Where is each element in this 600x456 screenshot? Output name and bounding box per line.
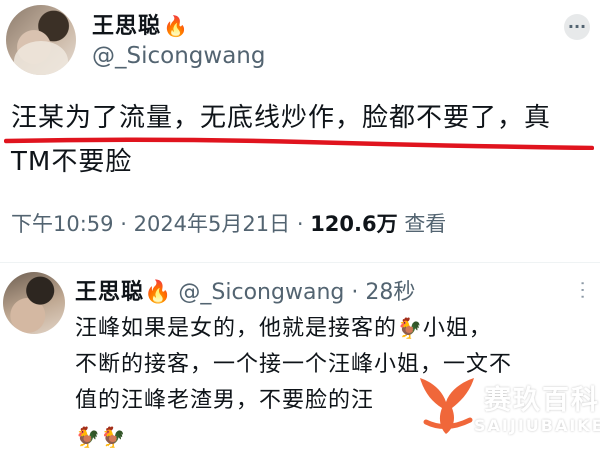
avatar[interactable] [6, 5, 76, 75]
fire-icon: 🔥 [163, 14, 189, 38]
avatar-photo [14, 41, 68, 75]
reply-author-name[interactable]: 王思聪 [75, 280, 144, 305]
post-date[interactable]: 2024年5月21日 [134, 212, 291, 236]
view-label: 查看 [404, 212, 447, 236]
reply-line-1: 汪峰如果是女的，他就是接客的🐓小姐， [75, 310, 600, 347]
watermark: 赛玖百科 SAIJIUBAIKE [412, 372, 600, 442]
more-icon[interactable]: ··· [564, 14, 590, 40]
post-meta: 下午10:59 · 2024年5月21日 · 120.6万 查看 [11, 208, 446, 238]
reply-time[interactable]: 28秒 [365, 280, 415, 305]
red-underline-annotation [4, 137, 594, 150]
fire-icon: 🔥 [144, 280, 172, 305]
author-handle[interactable]: @_Sicongwang [92, 43, 265, 69]
view-count: 120.6万 [310, 212, 398, 236]
rooster-icon: 🐓🐓 [75, 425, 127, 449]
watermark-title: 赛玖百科 [484, 385, 600, 416]
tweet-screenshot: 王思聪 🔥 @_Sicongwang ··· 汪某为了流量，无底线炒作，脸都不要了… [0, 0, 600, 450]
main-post[interactable]: 王思聪 🔥 @_Sicongwang ··· 汪某为了流量，无底线炒作，脸都不要了… [0, 0, 600, 262]
meta-separator: · [296, 212, 304, 236]
reply-handle[interactable]: @_Sicongwang [178, 280, 344, 305]
author-name-text: 王思聪 [92, 14, 162, 39]
reply-line-3-tail: 汪 [351, 388, 375, 413]
reply-avatar[interactable] [3, 272, 65, 334]
author-name[interactable]: 王思聪 🔥 [92, 8, 189, 40]
reply-line-1b: 小姐， [422, 316, 492, 341]
rooster-icon: 🐓 [397, 316, 423, 340]
divider [0, 262, 600, 263]
reply-more-icon[interactable]: ··· [571, 280, 592, 300]
reply-line-3-text: 值的汪峰老渣男，不要脸的 [75, 388, 352, 413]
reply-header: 王思聪🔥 @_Sicongwang · 28秒 [75, 274, 415, 306]
meta-separator: · [351, 280, 359, 305]
reply-line-1a: 汪峰如果是女的，他就是接客的 [75, 316, 398, 341]
meta-separator: · [120, 212, 127, 236]
whale-tail-logo-icon [420, 378, 474, 434]
post-time[interactable]: 下午10:59 [11, 212, 114, 236]
watermark-subtitle: SAIJIUBAIKE [474, 416, 600, 435]
